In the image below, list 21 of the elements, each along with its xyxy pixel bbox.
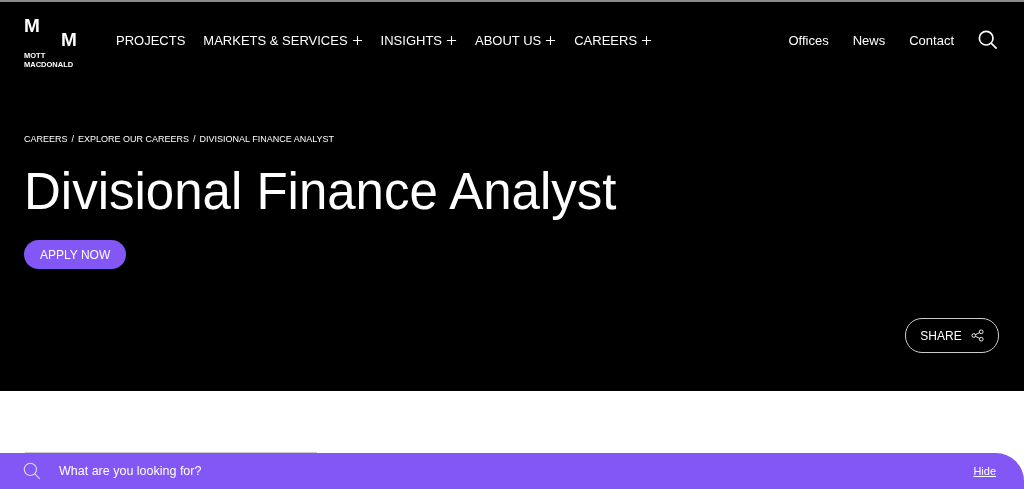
breadcrumb-link[interactable]: EXPLORE OUR CAREERS: [78, 134, 190, 144]
search-field[interactable]: What are you looking for?: [59, 464, 359, 478]
utility-link[interactable]: Contact: [909, 32, 954, 48]
search-icon: [23, 462, 41, 480]
nav-link[interactable]: CAREERS: [574, 32, 653, 48]
utility-link[interactable]: News: [852, 32, 886, 48]
page-title: Divisional Finance Analyst: [24, 162, 618, 222]
share-icon: [970, 329, 984, 342]
search-icon[interactable]: [978, 30, 998, 50]
breadcrumb-link[interactable]: DIVISIONAL FINANCE ANALYST: [199, 134, 335, 144]
nav-link[interactable]: MARKETS & SERVICES: [203, 32, 363, 48]
breadcrumb-link[interactable]: CAREERS: [24, 134, 68, 144]
nav-link[interactable]: PROJECTS: [116, 32, 186, 48]
nav-link[interactable]: ABOUT US: [475, 32, 557, 48]
utility-link[interactable]: Offices: [788, 32, 829, 48]
share-button[interactable]: SHARE: [905, 318, 999, 353]
hide-link[interactable]: Hide: [973, 465, 996, 477]
apply-button[interactable]: APPLY NOW: [24, 240, 127, 269]
breadcrumb-separator: /: [193, 134, 196, 144]
nav-link[interactable]: INSIGHTS: [380, 32, 457, 48]
breadcrumb-separator: /: [71, 134, 75, 144]
